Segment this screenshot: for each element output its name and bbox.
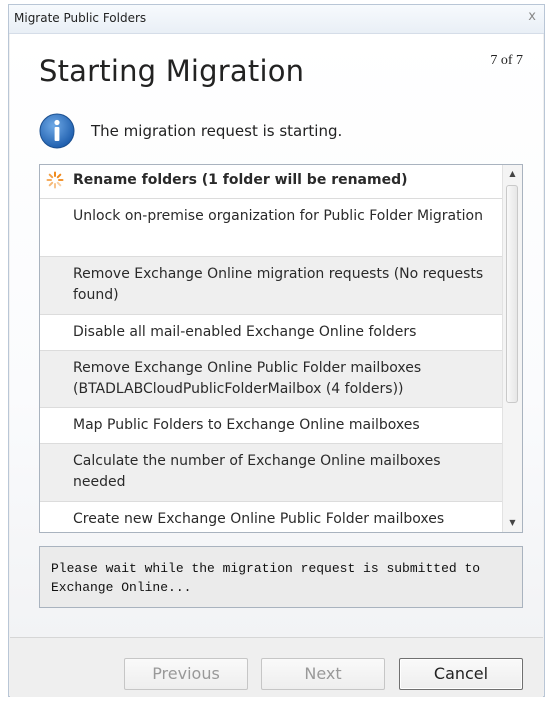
list-item: Disable all mail-enabled Exchange Online… bbox=[40, 315, 505, 351]
task-label: Remove Exchange Online Public Folder mai… bbox=[73, 360, 422, 397]
task-label: Remove Exchange Online migration request… bbox=[73, 266, 484, 303]
list-item-current: Rename folders (1 folder will be renamed… bbox=[40, 165, 505, 199]
migrate-public-folders-dialog: Migrate Public Folders x Starting Migrat… bbox=[8, 4, 545, 697]
status-message: Please wait while the migration request … bbox=[39, 546, 523, 608]
next-button[interactable]: Next bbox=[261, 658, 385, 690]
scroll-down-icon[interactable]: ▼ bbox=[503, 514, 522, 532]
list-item: Remove Exchange Online migration request… bbox=[40, 257, 505, 315]
window-title: Migrate Public Folders bbox=[14, 11, 147, 25]
scroll-thumb[interactable] bbox=[506, 185, 518, 403]
list-item: Calculate the number of Exchange Online … bbox=[40, 444, 505, 502]
button-bar: Previous Next Cancel bbox=[10, 637, 543, 697]
task-label: Calculate the number of Exchange Online … bbox=[73, 453, 441, 490]
task-label: Unlock on-premise organization for Publi… bbox=[73, 208, 483, 224]
close-icon[interactable]: x bbox=[528, 9, 536, 24]
list-item: Remove Exchange Online Public Folder mai… bbox=[40, 351, 505, 408]
list-item: Unlock on-premise organization for Publi… bbox=[40, 199, 505, 257]
page-title: Starting Migration bbox=[39, 54, 305, 88]
info-message: The migration request is starting. bbox=[91, 122, 343, 140]
task-label: Disable all mail-enabled Exchange Online… bbox=[73, 324, 417, 340]
task-label: Create new Exchange Online Public Folder… bbox=[73, 511, 445, 527]
task-label: Map Public Folders to Exchange Online ma… bbox=[73, 417, 420, 433]
step-indicator: 7 of 7 bbox=[490, 53, 523, 68]
info-icon bbox=[39, 113, 75, 149]
wizard-content: Starting Migration 7 of 7 The migration … bbox=[10, 34, 543, 637]
task-list[interactable]: Rename folders (1 folder will be renamed… bbox=[39, 164, 523, 533]
previous-button[interactable]: Previous bbox=[124, 658, 248, 690]
cancel-button[interactable]: Cancel bbox=[399, 658, 523, 690]
scroll-up-icon[interactable]: ▲ bbox=[503, 165, 522, 183]
list-item: Create new Exchange Online Public Folder… bbox=[40, 502, 505, 532]
spinner-icon bbox=[46, 171, 64, 189]
title-bar: Migrate Public Folders x bbox=[9, 5, 544, 34]
list-scrollbar[interactable]: ▲ ▼ bbox=[502, 165, 522, 532]
task-label: Rename folders (1 folder will be renamed… bbox=[73, 172, 408, 188]
list-item: Map Public Folders to Exchange Online ma… bbox=[40, 408, 505, 444]
